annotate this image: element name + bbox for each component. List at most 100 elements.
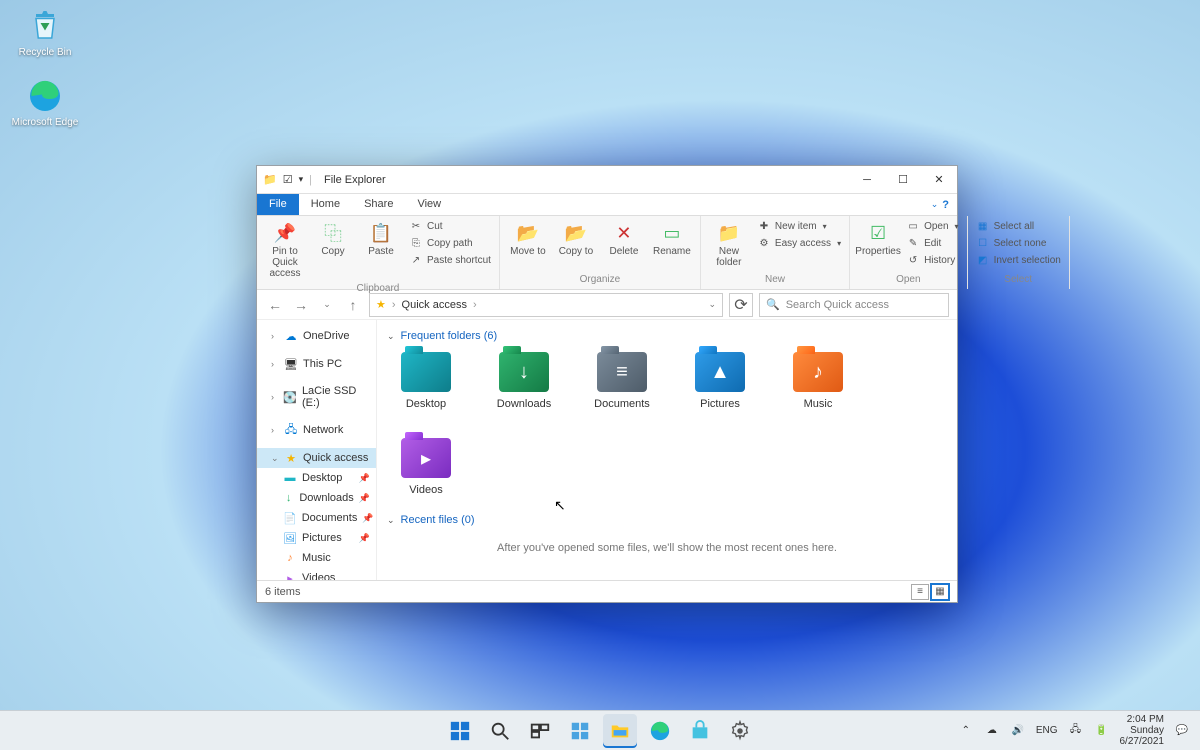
chevron-right-icon: › (473, 299, 477, 311)
tray-notifications-icon[interactable]: 💬 (1174, 723, 1190, 739)
copy-button[interactable]: ⿻Copy (311, 218, 355, 261)
minimize-button[interactable]: ─ (849, 166, 885, 194)
music-icon: ♪ (283, 551, 297, 565)
drive-icon: 💽 (283, 390, 297, 404)
invert-selection-button[interactable]: ◩Invert selection (974, 252, 1063, 268)
tab-view[interactable]: View (405, 194, 453, 215)
nav-documents[interactable]: 📄Documents📌 (257, 508, 376, 528)
widgets-button[interactable] (563, 714, 597, 748)
open-icon: ▭ (906, 219, 920, 233)
section-recent-files[interactable]: ⌄Recent files (0) (387, 510, 947, 530)
tray-volume-icon[interactable]: 🔊 (1010, 723, 1026, 739)
folder-icon: ▸ (401, 438, 451, 478)
folder-downloads[interactable]: ↓Downloads (489, 352, 559, 410)
easy-access-button[interactable]: ⚙Easy access▾ (755, 235, 843, 251)
folder-desktop[interactable]: Desktop (391, 352, 461, 410)
nav-music[interactable]: ♪Music (257, 548, 376, 568)
tab-file[interactable]: File (257, 194, 299, 215)
view-icons-button[interactable]: ▦ (931, 584, 949, 600)
tray-clock[interactable]: 2:04 PM Sunday 6/27/2021 (1120, 714, 1165, 747)
address-box[interactable]: ★ › Quick access › ⌄ (369, 293, 723, 317)
refresh-button[interactable]: ⟳ (729, 293, 753, 317)
search-box[interactable]: 🔍 Search Quick access (759, 293, 949, 317)
desktop-icon-recycle-bin[interactable]: Recycle Bin (10, 8, 80, 58)
edge-taskbar[interactable] (643, 714, 677, 748)
new-folder-button[interactable]: 📁New folder (707, 218, 751, 272)
search-button[interactable] (483, 714, 517, 748)
nav-videos[interactable]: ▸Videos (257, 568, 376, 580)
chevron-down-icon: ⌄ (387, 515, 395, 526)
nav-quick-access[interactable]: ⌄★Quick access (257, 448, 376, 468)
desktop-icon-edge[interactable]: Microsoft Edge (10, 78, 80, 128)
settings-taskbar[interactable] (723, 714, 757, 748)
overflow-icon[interactable]: ▾ (299, 174, 304, 185)
move-to-button[interactable]: 📂Move to (506, 218, 550, 261)
tab-home[interactable]: Home (299, 194, 352, 215)
recycle-bin-icon (27, 8, 63, 44)
close-button[interactable]: ✕ (921, 166, 957, 194)
chevron-right-icon: › (271, 359, 279, 369)
nav-downloads[interactable]: ↓Downloads📌 (257, 488, 376, 508)
copy-path-button[interactable]: ⎘Copy path (407, 235, 493, 251)
help-button[interactable]: ⌄? (923, 194, 957, 215)
tray-network-icon[interactable]: 🖧 (1068, 723, 1084, 739)
select-all-button[interactable]: ▦Select all (974, 218, 1063, 234)
tray-chevron-icon[interactable]: ⌃ (958, 723, 974, 739)
status-bar: 6 items ≡ ▦ (257, 580, 957, 602)
copy-to-button[interactable]: 📂Copy to (554, 218, 598, 261)
folder-pictures[interactable]: ▲Pictures (685, 352, 755, 410)
folder-music[interactable]: ♪Music (783, 352, 853, 410)
cut-icon: ✂ (409, 219, 423, 233)
properties-icon: ☑ (867, 222, 889, 244)
task-view-button[interactable] (523, 714, 557, 748)
paste-button[interactable]: 📋Paste (359, 218, 403, 261)
nav-network[interactable]: ›🖧Network (257, 420, 376, 440)
delete-button[interactable]: ✕Delete (602, 218, 646, 261)
cursor-icon: ↖ (554, 497, 566, 514)
cut-button[interactable]: ✂Cut (407, 218, 493, 234)
edit-button[interactable]: ✎Edit (904, 235, 960, 251)
checkbox-icon[interactable]: ☑ (283, 173, 293, 186)
view-details-button[interactable]: ≡ (911, 584, 929, 600)
titlebar[interactable]: 📁 ☑ ▾ | File Explorer ─ ☐ ✕ (257, 166, 957, 194)
paste-shortcut-button[interactable]: ↗Paste shortcut (407, 252, 493, 268)
nav-onedrive[interactable]: ›☁OneDrive (257, 326, 376, 346)
ribbon-group-organize: 📂Move to 📂Copy to ✕Delete ▭Rename Organi… (500, 216, 701, 289)
select-none-button[interactable]: ☐Select none (974, 235, 1063, 251)
nav-pictures[interactable]: 🖼Pictures📌 (257, 528, 376, 548)
maximize-button[interactable]: ☐ (885, 166, 921, 194)
tray-battery-icon[interactable]: 🔋 (1094, 723, 1110, 739)
tray-language[interactable]: ENG (1036, 725, 1058, 736)
breadcrumb[interactable]: Quick access (402, 299, 467, 311)
tab-share[interactable]: Share (352, 194, 405, 215)
edge-icon (27, 78, 63, 114)
folder-videos[interactable]: ▸Videos (391, 438, 461, 496)
pin-to-quick-access-button[interactable]: 📌Pin to Quick access (263, 218, 307, 283)
nav-history-button[interactable]: ⌄ (317, 295, 337, 315)
new-item-button[interactable]: ✚New item▾ (755, 218, 843, 234)
delete-icon: ✕ (613, 222, 635, 244)
nav-desktop[interactable]: ▬Desktop📌 (257, 468, 376, 488)
open-button[interactable]: ▭Open▾ (904, 218, 960, 234)
store-taskbar[interactable] (683, 714, 717, 748)
folder-documents[interactable]: ≡Documents (587, 352, 657, 410)
pc-icon: 🖥 (284, 357, 298, 371)
chevron-down-icon: ⌄ (931, 199, 939, 210)
chevron-right-icon: › (271, 331, 279, 341)
empty-recent-message: After you've opened some files, we'll sh… (387, 530, 947, 566)
nav-up-button[interactable]: ↑ (343, 295, 363, 315)
file-explorer-taskbar[interactable] (603, 714, 637, 748)
start-button[interactable] (443, 714, 477, 748)
pin-icon: 📌 (274, 222, 296, 244)
nav-back-button[interactable]: ← (265, 295, 285, 315)
properties-button[interactable]: ☑Properties (856, 218, 900, 261)
history-button[interactable]: ↺History (904, 252, 960, 268)
nav-lacie-ssd[interactable]: ›💽LaCie SSD (E:) (257, 382, 376, 412)
nav-forward-button[interactable]: → (291, 295, 311, 315)
tray-onedrive-icon[interactable]: ☁ (984, 723, 1000, 739)
nav-this-pc[interactable]: ›🖥This PC (257, 354, 376, 374)
rename-button[interactable]: ▭Rename (650, 218, 694, 261)
section-frequent-folders[interactable]: ⌄Frequent folders (6) (387, 326, 947, 346)
chevron-down-icon[interactable]: ⌄ (708, 299, 716, 310)
tray-time: 2:04 PM (1120, 714, 1165, 725)
